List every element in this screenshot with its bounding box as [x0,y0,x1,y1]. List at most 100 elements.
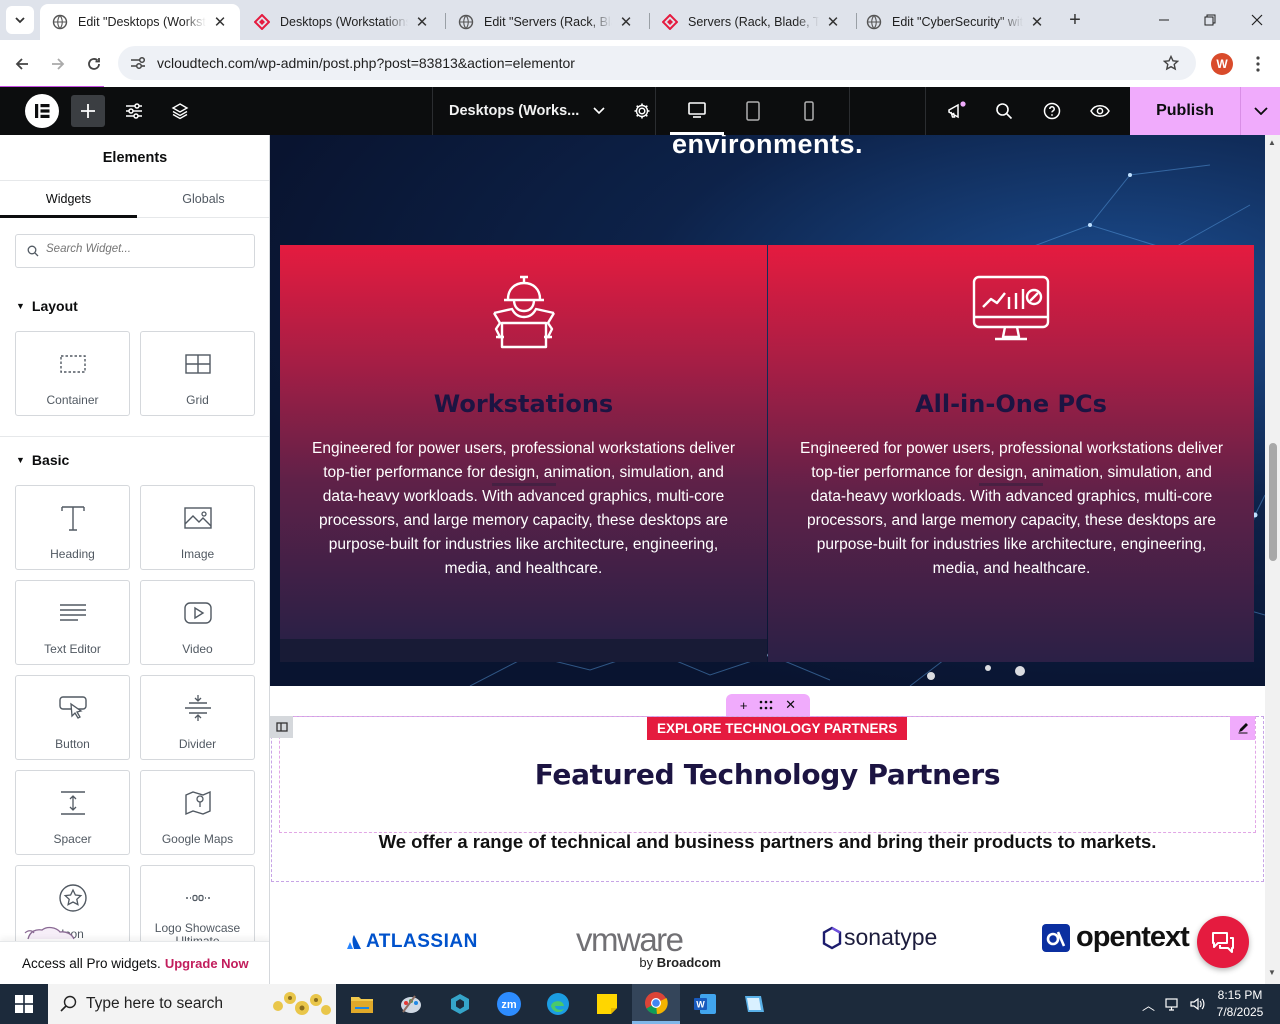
help-button[interactable] [1036,87,1068,135]
close-tab-icon[interactable]: ✕ [212,14,228,31]
edge-taskbar-button[interactable] [534,984,582,1024]
partners-section[interactable]: + ✕ EXPLORE TECHNOLOGY PARTNERS Featured… [270,686,1265,984]
notifications-button[interactable] [940,87,974,135]
file-explorer-taskbar-button[interactable] [338,984,386,1024]
vmware-by: by [639,955,654,970]
tablet-view-button[interactable] [730,87,776,135]
publish-button[interactable]: Publish [1130,87,1240,135]
browser-menu-button[interactable] [1243,49,1273,79]
delete-section-icon[interactable]: ✕ [785,697,796,713]
back-button[interactable] [7,49,37,79]
publish-options-button[interactable] [1240,87,1280,135]
elementor-logo-button[interactable] [25,94,59,128]
layout-section-header[interactable]: ▼ Layout [16,298,78,314]
add-element-button[interactable] [71,95,105,127]
paint-taskbar-button[interactable] [387,984,435,1024]
widget-label: Grid [186,393,209,407]
site-info-icon[interactable] [130,56,146,70]
word-taskbar-button[interactable]: W [681,984,729,1024]
tab-search-button[interactable] [6,6,34,34]
workstations-card[interactable]: Workstations Engineered for power users,… [280,245,767,639]
profile-avatar[interactable]: W [1211,53,1233,75]
close-tab-icon[interactable]: ✕ [618,14,634,31]
notepad-taskbar-button[interactable] [730,984,778,1024]
chrome-taskbar-button[interactable] [632,984,680,1024]
basic-section-header[interactable]: ▼ Basic [16,452,69,468]
start-button[interactable] [0,984,48,1024]
network-icon[interactable] [1165,996,1181,1012]
site-settings-button[interactable] [118,87,150,135]
widget-label: Spacer [53,832,92,846]
widget-divider[interactable]: Divider [140,675,255,760]
widget-heading[interactable]: Heading [15,485,130,570]
tab-widgets[interactable]: Widgets [0,182,137,218]
widget-text-editor[interactable]: Text Editor [15,580,130,665]
tab-edit-desktops[interactable]: Edit "Desktops (Workstations ✕ [40,4,240,40]
widget-google-maps[interactable]: Google Maps [140,770,255,855]
mobile-icon [804,101,814,121]
sonatype-logo[interactable]: sonatype [821,924,937,951]
scroll-up-arrow[interactable]: ▲ [1268,138,1276,147]
clock-time: 8:15 PM [1217,988,1263,1002]
widget-search-input[interactable] [46,243,246,255]
opentext-logo[interactable]: opentext [1042,921,1190,954]
structure-button[interactable] [164,87,196,135]
address-bar[interactable]: vcloudtech.com/wp-admin/post.php?post=83… [118,46,1196,80]
bookmark-star-icon[interactable] [1163,55,1179,71]
drag-handle-icon[interactable] [759,700,773,710]
close-window-button[interactable] [1234,0,1280,40]
widget-logo-showcase[interactable]: Logo Showcase Ultimate [140,865,255,950]
upgrade-now-link[interactable]: Upgrade Now [165,956,249,971]
sticky-notes-taskbar-button[interactable] [583,984,631,1024]
close-tab-icon[interactable]: ✕ [1029,14,1045,31]
page-title-dropdown[interactable]: Desktops (Works... [432,87,656,135]
close-tab-icon[interactable]: ✕ [414,14,430,31]
scrollbar-thumb[interactable] [1269,443,1277,561]
finder-button[interactable] [988,87,1020,135]
add-section-icon[interactable]: + [740,698,748,713]
widget-button[interactable]: Button [15,675,130,760]
show-hidden-icons-button[interactable]: ︿ [1142,995,1155,1014]
desktop-view-button[interactable] [670,87,724,135]
mobile-view-button[interactable] [786,87,832,135]
all-in-one-card[interactable]: All-in-One PCs Engineered for power user… [768,245,1254,662]
tab-edit-cybersecurity[interactable]: Edit "CyberSecurity" with Elementor ✕ [854,4,1057,40]
column-handle[interactable] [270,716,293,738]
widget-video[interactable]: Video [140,580,255,665]
minimize-button[interactable] [1141,0,1187,40]
gear-icon[interactable] [633,102,651,120]
preview-scrollbar[interactable]: ▲ ▼ [1265,135,1280,984]
preview-button[interactable] [1084,87,1116,135]
app-taskbar-button[interactable] [436,984,484,1024]
widget-image[interactable]: Image [140,485,255,570]
search-icon [996,103,1013,120]
volume-icon[interactable] [1189,996,1207,1012]
forward-button[interactable] [43,49,73,79]
tab-desktops-page[interactable]: Desktops (Workstations, All-in-One PCs ✕ [242,4,442,40]
section-handle[interactable]: + ✕ [726,694,810,716]
widget-grid[interactable]: Grid [140,331,255,416]
tab-servers-page[interactable]: Servers (Rack, Blade, Tower ✕ [650,4,853,40]
new-tab-button[interactable]: + [1063,9,1087,33]
atlassian-logo[interactable]: ATLASSIAN [346,931,478,953]
reload-button[interactable] [79,49,109,79]
vmware-logo[interactable]: vmware by Broadcom [576,922,721,971]
widget-spacer[interactable]: Spacer [15,770,130,855]
tab-edit-servers[interactable]: Edit "Servers (Rack, Blade ✕ [446,4,646,40]
chat-widget-button[interactable] [1197,916,1249,968]
restore-button[interactable] [1187,0,1233,40]
hero-section[interactable]: environments. Workstations Engineered fo… [270,135,1265,686]
svg-text:W: W [696,1000,705,1010]
tab-globals[interactable]: Globals [137,182,269,218]
sonatype-hexagon-icon [822,926,842,949]
taskbar-search-box[interactable]: Type here to search [48,984,336,1024]
card-title: All-in-One PCs [915,390,1107,418]
edit-widget-button[interactable] [1230,716,1255,740]
widget-container[interactable]: Container [15,331,130,416]
arrow-left-icon [15,58,28,70]
zoom-taskbar-button[interactable]: zm [485,984,533,1024]
widget-search-field[interactable] [15,234,255,268]
close-tab-icon[interactable]: ✕ [825,14,841,31]
scroll-down-arrow[interactable]: ▼ [1268,968,1276,977]
taskbar-clock[interactable]: 8:15 PM 7/8/2025 [1206,987,1274,1021]
